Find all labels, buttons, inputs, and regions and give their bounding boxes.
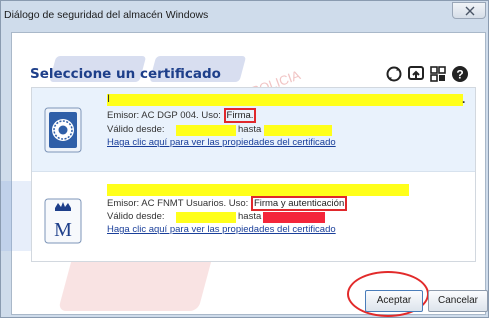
- redacted-valid-to: [264, 125, 332, 136]
- details-icon[interactable]: [429, 65, 447, 83]
- issuer-text: Emisor: AC DGP 004. Uso:: [107, 110, 221, 121]
- issuer-line: Emisor: AC DGP 004. Uso: Firma.: [107, 108, 257, 123]
- help-icon[interactable]: ?: [451, 65, 469, 83]
- certificate-name-tail: .: [462, 92, 466, 106]
- close-button[interactable]: [452, 2, 486, 19]
- police-seal-icon: [44, 107, 82, 153]
- usage-text-2: Firma y autenticación: [250, 196, 348, 211]
- valid-to-label: hasta: [238, 124, 262, 135]
- certificate-properties-link[interactable]: Haga clic aquí para ver las propiedades …: [107, 137, 336, 148]
- window-title: Diálogo de seguridad del almacén Windows: [4, 9, 209, 21]
- certificate-item-2[interactable]: M Emisor: AC FNMT Usuarios. Uso: Firma y…: [32, 184, 475, 256]
- issuer-text-2: Emisor: AC FNMT Usuarios. Uso:: [107, 198, 249, 209]
- validity-line-2: Válido desde:: [107, 211, 165, 222]
- import-icon[interactable]: [407, 65, 425, 83]
- fnmt-crown-m-icon: M: [44, 198, 82, 244]
- refresh-icon[interactable]: [385, 65, 403, 83]
- page-title: Seleccione un certificado: [30, 66, 221, 82]
- svg-text:?: ?: [456, 68, 463, 82]
- close-icon: [465, 6, 475, 16]
- valid-from-label: Válido desde:: [107, 124, 165, 135]
- certificate-name: I: [107, 93, 111, 105]
- valid-to-label-2: hasta: [238, 211, 262, 222]
- redacted-valid-from: [176, 125, 236, 136]
- dialog-window: CIFICADO DE POLICIA SINDIC SIN Diálogo d…: [0, 0, 489, 318]
- issuer-line-2: Emisor: AC FNMT Usuarios. Uso: Firma y a…: [107, 196, 348, 211]
- accept-button[interactable]: Aceptar: [365, 290, 423, 312]
- certificate-item-1[interactable]: I . Emisor: AC DGP 004. Uso: Firma. Váli…: [32, 88, 475, 172]
- redacted-name: [107, 94, 463, 106]
- cancel-button[interactable]: Cancelar: [428, 290, 488, 312]
- certificate-list: I . Emisor: AC DGP 004. Uso: Firma. Váli…: [31, 87, 476, 262]
- redacted-valid-from-2: [176, 212, 236, 223]
- certificate-properties-link-2[interactable]: Haga clic aquí para ver las propiedades …: [107, 224, 336, 235]
- redacted-name-2: [107, 184, 409, 196]
- fnmt-letter: M: [54, 219, 72, 241]
- usage-text: Firma.: [223, 108, 257, 123]
- title-bar: Diálogo de seguridad del almacén Windows: [1, 1, 488, 29]
- redacted-valid-to-2: [263, 212, 325, 223]
- validity-line: Válido desde:: [107, 124, 165, 135]
- valid-from-label-2: Válido desde:: [107, 211, 165, 222]
